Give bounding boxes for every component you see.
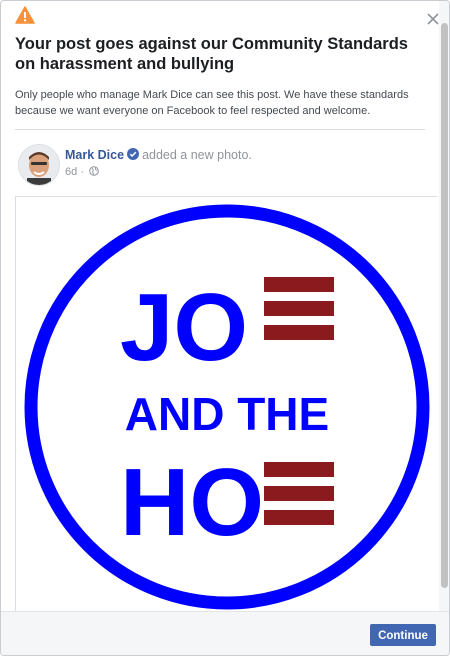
- logo-stripe: [264, 486, 334, 501]
- verified-badge-icon: [127, 148, 140, 160]
- post-header: Mark Dice added a new photo.: [65, 147, 252, 163]
- continue-button[interactable]: Continue: [370, 624, 436, 646]
- logo-stripe: [264, 277, 334, 292]
- author-name-link[interactable]: Mark Dice: [65, 148, 124, 162]
- logo-stripe: [264, 325, 334, 340]
- divider: [15, 129, 425, 130]
- dialog-content[interactable]: Your post goes against our Community Sta…: [1, 1, 437, 611]
- community-standards-dialog: Your post goes against our Community Sta…: [0, 0, 450, 656]
- post-meta: 6d ·: [65, 165, 99, 179]
- dialog-title: Your post goes against our Community Sta…: [15, 35, 408, 73]
- joe-logo-image: JO AND THE HO: [16, 197, 437, 611]
- warning-icon: [15, 6, 35, 24]
- logo-stripe: [264, 510, 334, 525]
- avatar[interactable]: [18, 144, 60, 186]
- scrollbar-thumb[interactable]: [441, 23, 448, 588]
- avatar-photo: [19, 145, 59, 185]
- dialog-footer: Continue: [1, 611, 449, 655]
- dialog-subtitle: Only people who manage Mark Dice can see…: [15, 89, 409, 117]
- post-timestamp[interactable]: 6d: [65, 166, 77, 178]
- logo-line1-text: JO: [120, 274, 248, 381]
- meta-separator: ·: [80, 166, 84, 178]
- logo-line2-text: AND THE: [125, 388, 329, 440]
- logo-stripe: [264, 462, 334, 477]
- logo-line3-text: HO: [120, 449, 264, 556]
- post-photo[interactable]: JO AND THE HO: [15, 196, 437, 611]
- logo-stripe: [264, 301, 334, 316]
- globe-icon[interactable]: [89, 166, 99, 176]
- post-action-text: added a new photo.: [142, 148, 252, 162]
